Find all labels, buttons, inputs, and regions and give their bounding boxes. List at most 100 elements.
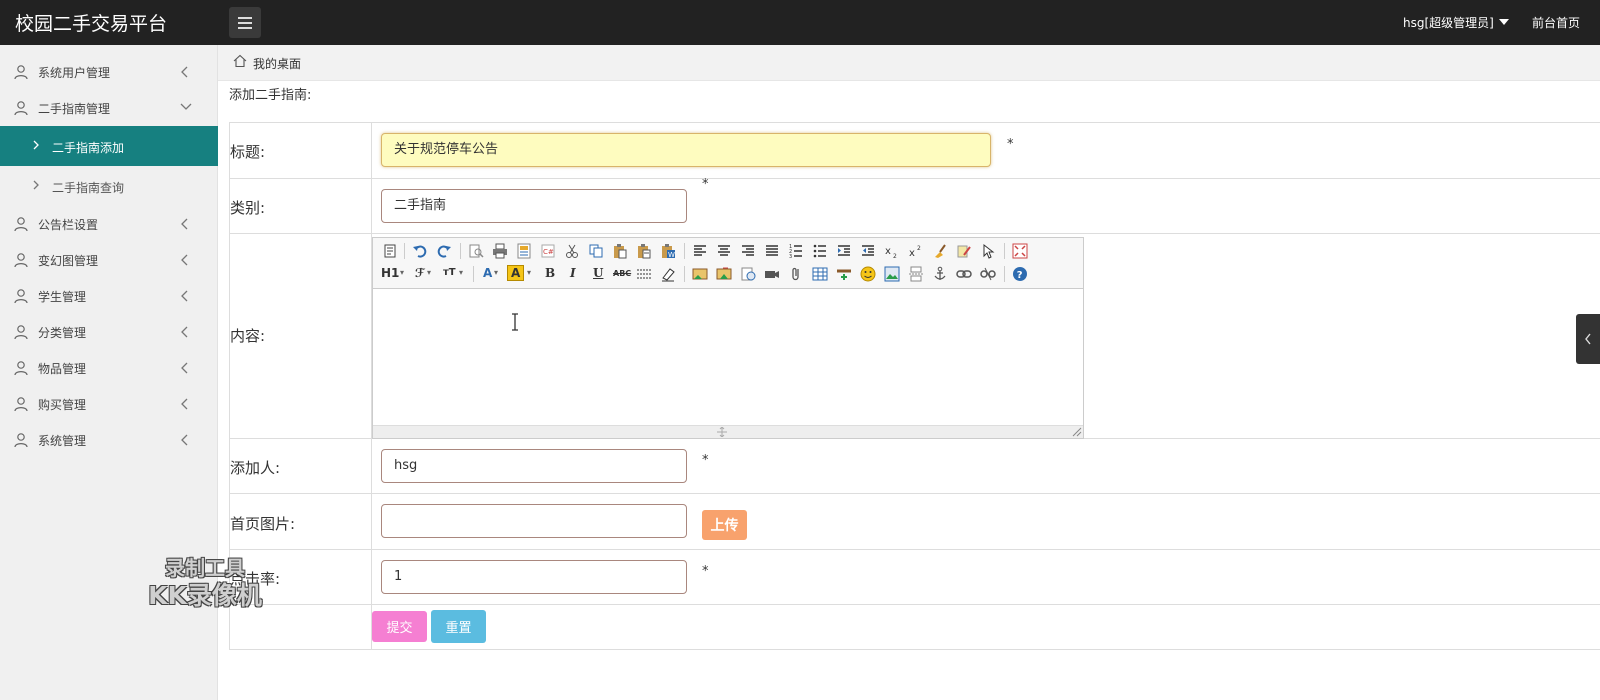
sidebar-item-guide[interactable]: 二手指南管理	[0, 90, 218, 126]
insert-media-icon[interactable]	[740, 266, 756, 282]
superscript-icon[interactable]: x2	[908, 243, 924, 259]
link-icon[interactable]	[956, 266, 972, 282]
clear-format-icon[interactable]	[932, 243, 948, 259]
insert-hr-icon[interactable]	[836, 266, 852, 282]
preview-icon[interactable]	[468, 243, 484, 259]
insert-image-icon[interactable]	[692, 266, 708, 282]
bold-button[interactable]: B	[545, 266, 555, 280]
font-color-button[interactable]: A	[483, 266, 492, 280]
image-path-input[interactable]	[381, 504, 687, 538]
image-manager-icon[interactable]	[884, 266, 900, 282]
insert-flash-icon[interactable]	[716, 266, 732, 282]
sidebar-item-categories[interactable]: 分类管理	[0, 314, 218, 350]
chevron-right-icon	[33, 180, 39, 190]
sidebar-item-goods[interactable]: 物品管理	[0, 350, 218, 386]
code-icon[interactable]: C#	[540, 243, 556, 259]
editor-content-area[interactable]	[373, 289, 1083, 426]
resize-corner-icon[interactable]	[1072, 427, 1082, 437]
editor-toolbar: C# W 123 x2 x2 H1 ▾ ℱ ▾ тT ▾ A ▾ A ▾ B I…	[373, 238, 1083, 289]
sidebar-item-system[interactable]: 系统管理	[0, 422, 218, 458]
anchor-icon[interactable]	[932, 266, 948, 282]
form-row-category: 类别: 二手指南 *	[229, 177, 1600, 234]
fullscreen-icon[interactable]	[1012, 243, 1028, 259]
quick-format-icon[interactable]	[956, 243, 972, 259]
reset-button[interactable]: 重置	[431, 610, 486, 643]
eraser-icon[interactable]	[660, 266, 676, 282]
form-row-actions: 提交 重置	[229, 605, 1600, 650]
title-label: 标题:	[230, 143, 266, 161]
underline-button[interactable]: U	[593, 266, 603, 280]
app-title[interactable]: 校园二手交易平台	[15, 9, 167, 36]
align-justify-icon[interactable]	[764, 243, 780, 259]
upload-button[interactable]: 上传	[702, 510, 747, 540]
adder-label: 添加人:	[230, 459, 281, 477]
resize-grip-icon	[717, 427, 727, 437]
breadcrumb-current[interactable]: 我的桌面	[253, 55, 301, 72]
chevron-left-icon	[181, 254, 188, 266]
required-mark: *	[702, 453, 709, 468]
cut-icon[interactable]	[564, 243, 580, 259]
chevron-left-icon	[181, 290, 188, 302]
sidebar-item-system-users[interactable]: 系统用户管理	[0, 54, 218, 90]
adder-input[interactable]: hsg	[381, 449, 687, 483]
required-mark: *	[702, 177, 709, 192]
redo-icon[interactable]	[436, 243, 452, 259]
editor-resize-bar[interactable]	[373, 425, 1083, 438]
clickrate-input[interactable]: 1	[381, 560, 687, 594]
sidebar-item-notice[interactable]: 公告栏设置	[0, 206, 218, 242]
italic-button[interactable]: I	[570, 266, 576, 280]
page-break-icon[interactable]	[908, 266, 924, 282]
user-dropdown[interactable]: hsg[超级管理员]	[1403, 14, 1509, 31]
attachment-icon[interactable]	[788, 266, 804, 282]
content-label: 内容:	[230, 327, 266, 345]
highlight-color-button[interactable]: A	[507, 265, 525, 281]
unlink-icon[interactable]	[980, 266, 996, 282]
sidebar-item-students[interactable]: 学生管理	[0, 278, 218, 314]
sidebar-subitem-guide-add[interactable]: 二手指南添加	[0, 126, 218, 166]
font-size-dropdown[interactable]: тT	[443, 267, 456, 278]
chevron-down-icon	[180, 103, 192, 110]
user-icon	[14, 253, 28, 268]
submit-button[interactable]: 提交	[372, 611, 427, 642]
font-family-dropdown[interactable]: ℱ	[415, 266, 425, 280]
insert-video-icon[interactable]	[764, 266, 780, 282]
paste-text-icon[interactable]	[636, 243, 652, 259]
sidebar-item-purchases[interactable]: 购买管理	[0, 386, 218, 422]
undo-icon[interactable]	[412, 243, 428, 259]
frontend-home-link[interactable]: 前台首页	[1532, 14, 1580, 31]
title-input[interactable]: 关于规范停车公告	[381, 133, 991, 167]
template-icon[interactable]	[516, 243, 532, 259]
align-center-icon[interactable]	[716, 243, 732, 259]
strikethrough-button[interactable]: ABC	[613, 269, 631, 278]
subscript-icon[interactable]: x2	[884, 243, 900, 259]
sidebar-item-carousel[interactable]: 变幻图管理	[0, 242, 218, 278]
source-code-icon[interactable]	[382, 243, 398, 259]
align-left-icon[interactable]	[692, 243, 708, 259]
sidebar-subitem-guide-query[interactable]: 二手指南查询	[0, 166, 218, 206]
user-icon	[14, 289, 28, 304]
paste-icon[interactable]	[612, 243, 628, 259]
side-panel-toggle[interactable]	[1576, 314, 1600, 364]
copy-icon[interactable]	[588, 243, 604, 259]
heading-dropdown[interactable]: H1	[381, 266, 399, 280]
print-icon[interactable]	[492, 243, 508, 259]
chevron-left-icon	[181, 362, 188, 374]
outdent-icon[interactable]	[860, 243, 876, 259]
emoticon-icon[interactable]	[860, 266, 876, 282]
rich-text-editor: C# W 123 x2 x2 H1 ▾ ℱ ▾ тT ▾ A ▾ A ▾ B I…	[372, 237, 1084, 439]
hamburger-icon	[238, 17, 252, 19]
help-icon[interactable]: ?	[1012, 266, 1028, 282]
svg-text:2: 2	[917, 245, 921, 252]
menu-toggle-button[interactable]	[229, 7, 261, 38]
guide-form: 标题: 关于规范停车公告 * 类别: 二手指南 * 内容: C# W 1 2 3…	[229, 122, 1600, 657]
align-right-icon[interactable]	[740, 243, 756, 259]
insert-table-icon[interactable]	[812, 266, 828, 282]
select-all-icon[interactable]	[980, 243, 996, 259]
paste-word-icon[interactable]: W	[660, 243, 676, 259]
unordered-list-icon[interactable]	[812, 243, 828, 259]
top-navbar: 校园二手交易平台 hsg[超级管理员] 前台首页	[0, 0, 1600, 45]
horizontal-rule-icon[interactable]	[636, 266, 652, 282]
ordered-list-icon[interactable]: 123	[788, 243, 804, 259]
category-input[interactable]: 二手指南	[381, 189, 687, 223]
indent-icon[interactable]	[836, 243, 852, 259]
